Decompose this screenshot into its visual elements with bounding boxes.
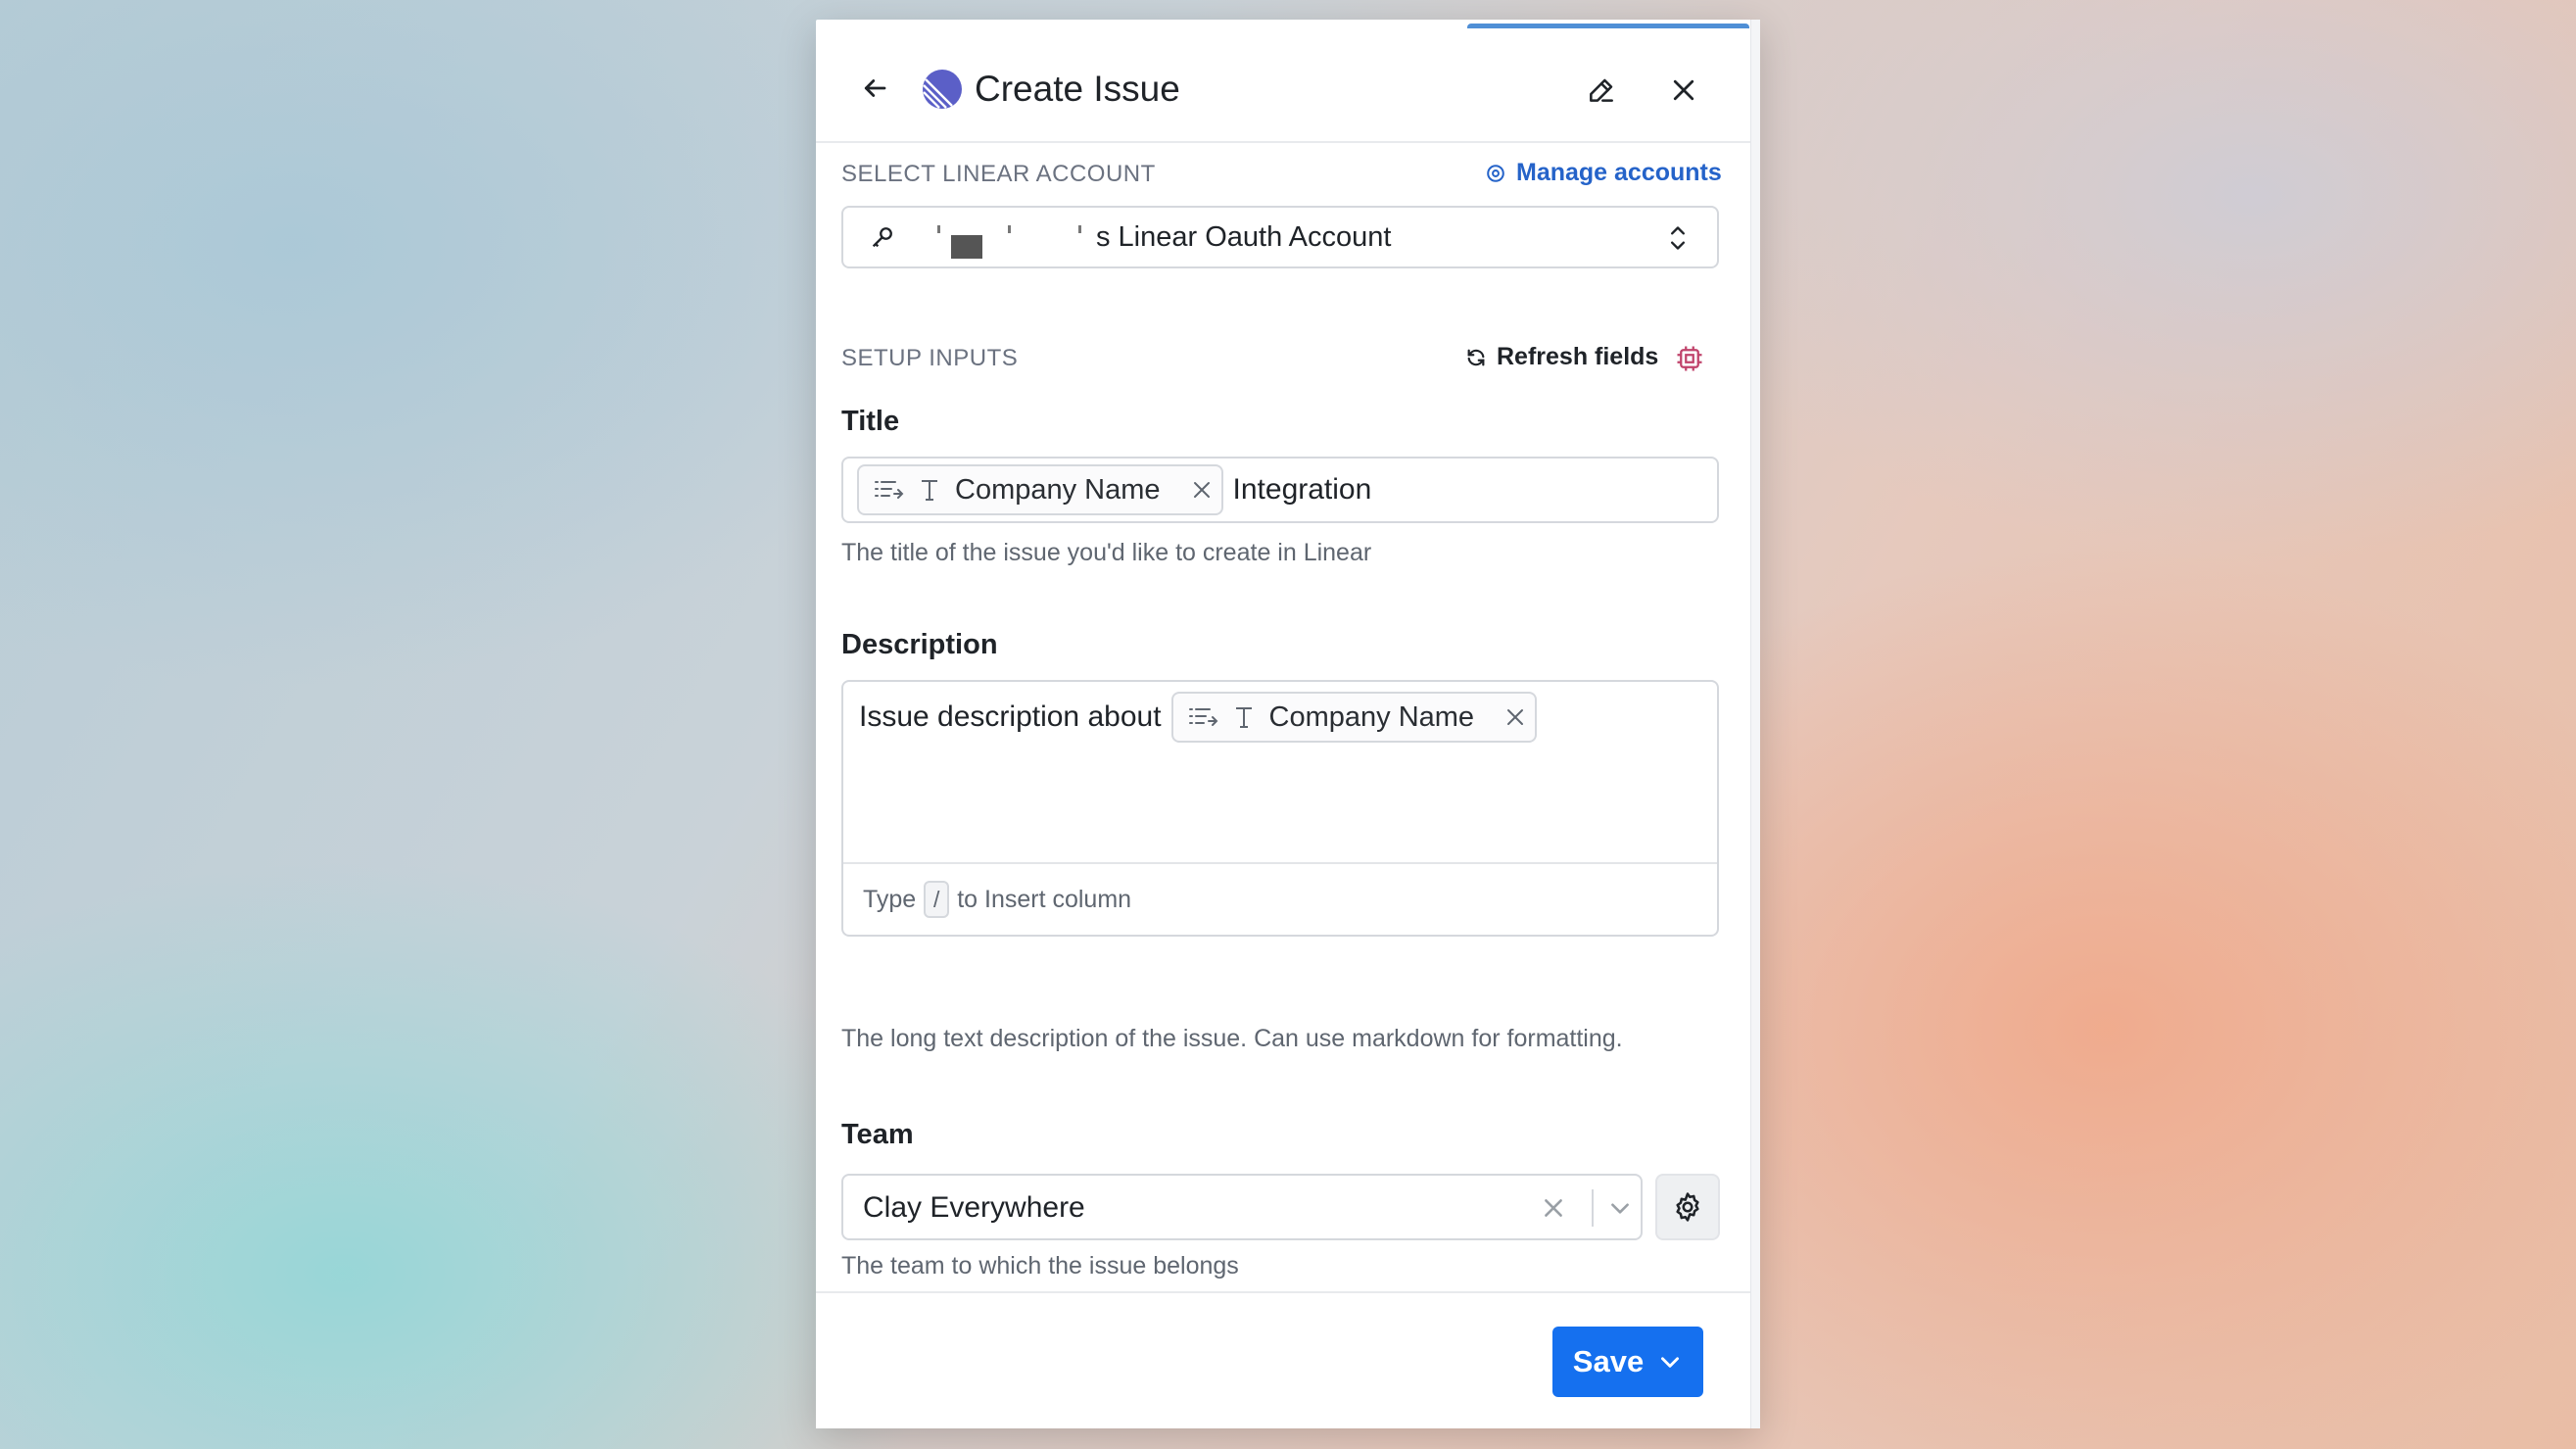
description-chip-label: Company Name (1268, 700, 1475, 733)
title-column-chip[interactable]: Company Name (857, 464, 1223, 515)
pencil-icon (1590, 78, 1613, 102)
manage-accounts-link[interactable]: Manage accounts (1485, 159, 1722, 187)
chevron-down-icon (1661, 1357, 1680, 1368)
account-value: s Linear Oauth Account (1096, 221, 1392, 253)
team-settings-button[interactable] (1655, 1174, 1720, 1240)
description-field-label: Description (841, 629, 998, 660)
description-input[interactable]: Issue description about Company Name Typ… (841, 680, 1719, 937)
text-type-icon (922, 480, 937, 501)
clear-icon[interactable] (1541, 1195, 1566, 1221)
save-button[interactable]: Save (1552, 1327, 1703, 1397)
column-ref-icon (1188, 708, 1217, 726)
hint-suffix: to Insert column (957, 885, 1132, 913)
manage-accounts-label: Manage accounts (1516, 159, 1722, 186)
insert-column-hint: Type / to Insert column (843, 862, 1717, 935)
panel-footer: Save (816, 1291, 1750, 1428)
cpu-button[interactable] (1674, 343, 1705, 374)
create-issue-panel: Create Issue SELECT LINEAR ACCOUNT Manag… (816, 20, 1760, 1428)
refresh-icon (1467, 349, 1485, 365)
hint-prefix: Type (863, 885, 917, 913)
slash-key: / (924, 881, 950, 918)
chevron-down-icon[interactable] (1607, 1195, 1633, 1221)
save-label: Save (1572, 1344, 1645, 1378)
gear-icon (1487, 164, 1504, 182)
redacted-mark (937, 225, 940, 233)
back-button[interactable] (855, 69, 894, 108)
title-chip-label: Company Name (955, 473, 1161, 506)
close-icon[interactable] (1190, 478, 1214, 502)
panel-header: Create Issue (816, 20, 1750, 143)
close-button[interactable] (1662, 69, 1705, 112)
team-field-label: Team (841, 1119, 914, 1150)
panel-scroll-edge (1750, 20, 1760, 1428)
chevron-updown-icon (1671, 226, 1685, 250)
redacted-mark (1078, 225, 1081, 233)
team-help-text: The team to which the issue belongs (841, 1252, 1239, 1280)
redacted-mark (1008, 225, 1011, 233)
description-content: Issue description about Company Name (859, 692, 1538, 743)
title-input[interactable]: Company Name Integration (841, 457, 1719, 523)
cpu-icon (1677, 346, 1702, 371)
gear-icon (1676, 1192, 1699, 1222)
close-icon[interactable] (1503, 705, 1527, 729)
redacted-block (951, 235, 982, 259)
linear-logo-icon (923, 70, 962, 109)
arrow-left-icon (864, 79, 886, 97)
panel-title: Create Issue (975, 69, 1180, 109)
team-value: Clay Everywhere (863, 1191, 1085, 1224)
close-icon (1673, 79, 1694, 101)
refresh-fields-button[interactable]: Refresh fields (1465, 343, 1658, 371)
team-select[interactable]: Clay Everywhere (841, 1174, 1643, 1240)
refresh-fields-label: Refresh fields (1497, 343, 1659, 370)
text-type-icon (1235, 707, 1252, 728)
description-help-text: The long text description of the issue. … (841, 1025, 1623, 1052)
select-divider (1592, 1189, 1594, 1227)
title-text: Integration (1232, 473, 1372, 506)
title-help-text: The title of the issue you'd like to cre… (841, 539, 1372, 566)
account-section-label: SELECT LINEAR ACCOUNT (841, 161, 1156, 187)
column-ref-icon (875, 481, 904, 499)
description-text: Issue description about (859, 700, 1162, 733)
account-select[interactable]: s Linear Oauth Account (841, 206, 1719, 268)
edit-button[interactable] (1580, 69, 1623, 112)
title-field-label: Title (841, 406, 900, 437)
description-column-chip[interactable]: Company Name (1170, 692, 1538, 743)
setup-section-label: SETUP INPUTS (841, 345, 1019, 371)
key-icon (872, 227, 892, 248)
